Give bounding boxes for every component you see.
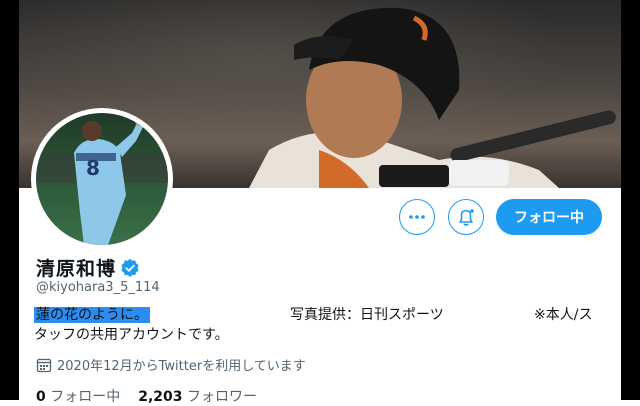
verified-badge-icon [121, 258, 139, 277]
display-name: 清原和博 [36, 258, 117, 280]
more-options-button[interactable] [399, 199, 435, 235]
join-date-text: 2020年12月からTwitterを利用しています [57, 359, 306, 374]
bio-line-2: タッフの共用アカウントです。 [34, 327, 229, 343]
followers-count: 2,203 [138, 389, 183, 405]
page-gutter-left [0, 0, 19, 400]
calendar-icon [36, 358, 52, 372]
profile-bio: 蓮の花のように。 写真提供：日刊スポーツ ※本人/ス タッフの共用アカウントです… [34, 305, 609, 345]
more-icon [409, 215, 425, 219]
page-gutter-right [621, 0, 640, 400]
followers-label: フォロワー [186, 389, 257, 405]
following-button-label: フォロー中 [514, 210, 584, 226]
following-button[interactable]: フォロー中 [496, 199, 602, 235]
bio-note: ※本人/ス [534, 307, 593, 323]
following-count: 0 [36, 389, 46, 405]
following-label: フォロー中 [50, 389, 121, 405]
follow-stats: 0 フォロー中 2,203 フォロワー [36, 386, 257, 406]
bio-selected-text: 蓮の花のように。 [34, 307, 150, 323]
notification-bell-icon [459, 209, 474, 226]
join-date: 2020年12月からTwitterを利用しています [36, 355, 306, 374]
following-stat-link[interactable]: 0 フォロー中 [36, 389, 120, 405]
user-handle: @kiyohara3_5_114 [36, 280, 160, 295]
notifications-button[interactable] [448, 199, 484, 235]
followers-stat-link[interactable]: 2,203 フォロワー [138, 389, 257, 405]
avatar[interactable]: 8 [36, 113, 168, 245]
profile-name-row: 清原和博 [36, 254, 140, 281]
avatar-player-illustration: 8 [36, 116, 168, 245]
bio-photo-credit: 写真提供：日刊スポーツ [290, 307, 444, 323]
